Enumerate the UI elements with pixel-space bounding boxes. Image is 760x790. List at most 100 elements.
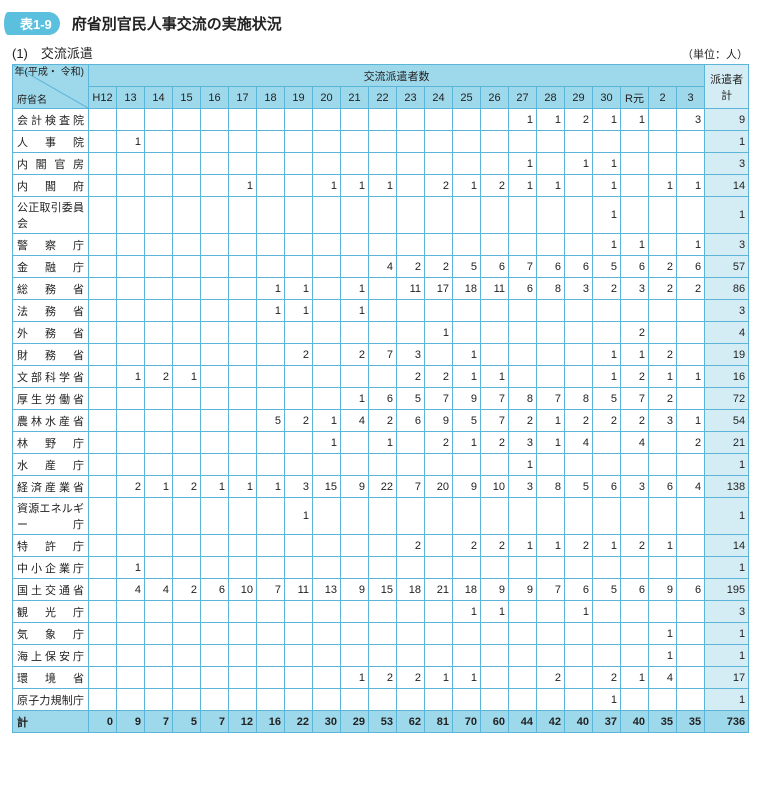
year-header: 21 [341, 87, 369, 109]
table-row: 原子力規制庁11 [13, 689, 749, 711]
cell [677, 535, 705, 557]
cell: 3 [509, 432, 537, 454]
cell: 1 [453, 366, 481, 388]
cell [257, 601, 285, 623]
cell [677, 689, 705, 711]
cell [677, 557, 705, 579]
cell [369, 454, 397, 476]
cell [229, 278, 257, 300]
cell: 1 [481, 366, 509, 388]
cell: 2 [481, 432, 509, 454]
cell [565, 344, 593, 366]
cell: 1 [117, 131, 145, 153]
cell [117, 410, 145, 432]
cell [397, 623, 425, 645]
cell: 1 [537, 109, 565, 131]
cell [145, 432, 173, 454]
cell [145, 388, 173, 410]
cell [397, 601, 425, 623]
agency-name: 気 象 庁 [13, 623, 89, 645]
cell: 7 [481, 388, 509, 410]
cell [369, 601, 397, 623]
cell [397, 234, 425, 256]
cell [89, 197, 117, 234]
row-total: 1 [705, 645, 749, 667]
cell [173, 557, 201, 579]
cell [677, 623, 705, 645]
cell [537, 234, 565, 256]
cell: 7 [369, 344, 397, 366]
cell: 2 [453, 535, 481, 557]
cell: 9 [481, 579, 509, 601]
cell: 1 [509, 535, 537, 557]
cell [173, 645, 201, 667]
table-row: 会計検査院1121139 [13, 109, 749, 131]
cell [229, 322, 257, 344]
cell [649, 454, 677, 476]
cell [313, 601, 341, 623]
cell: 5 [593, 388, 621, 410]
cell [89, 579, 117, 601]
cell [677, 454, 705, 476]
cell [313, 623, 341, 645]
year-header: 15 [173, 87, 201, 109]
cell [89, 667, 117, 689]
cell: 1 [677, 175, 705, 197]
cell: 2 [565, 535, 593, 557]
cell: 1 [537, 175, 565, 197]
cell [677, 131, 705, 153]
cell: 1 [593, 175, 621, 197]
cell: 1 [341, 175, 369, 197]
cell: 1 [509, 109, 537, 131]
cell: 2 [117, 476, 145, 498]
cell [173, 601, 201, 623]
cell [593, 432, 621, 454]
cell [537, 322, 565, 344]
cell: 5 [397, 388, 425, 410]
cell [145, 410, 173, 432]
cell [257, 623, 285, 645]
cell: 1 [649, 175, 677, 197]
cell [201, 131, 229, 153]
cell [509, 322, 537, 344]
year-header: H12 [89, 87, 117, 109]
page-title: 府省別官民人事交流の実施状況 [72, 13, 282, 34]
cell: 15 [369, 579, 397, 601]
agency-name: 資源エネルギー庁 [13, 498, 89, 535]
cell [145, 109, 173, 131]
cell [173, 197, 201, 234]
cell [229, 689, 257, 711]
cell [649, 498, 677, 535]
table-row: 気 象 庁11 [13, 623, 749, 645]
cell: 4 [369, 256, 397, 278]
cell [145, 667, 173, 689]
cell [117, 645, 145, 667]
cell [509, 366, 537, 388]
agency-name: 外 務 省 [13, 322, 89, 344]
cell [173, 432, 201, 454]
cell [257, 645, 285, 667]
cell [593, 645, 621, 667]
total-cell: 40 [565, 711, 593, 733]
cell [285, 322, 313, 344]
cell: 2 [649, 388, 677, 410]
cell [145, 197, 173, 234]
row-total: 14 [705, 535, 749, 557]
cell [257, 175, 285, 197]
cell: 1 [201, 476, 229, 498]
year-header: 24 [425, 87, 453, 109]
cell [201, 557, 229, 579]
cell [285, 256, 313, 278]
cell [201, 153, 229, 175]
year-header: 13 [117, 87, 145, 109]
cell: 1 [285, 300, 313, 322]
table-row: 外 務 省124 [13, 322, 749, 344]
row-total: 1 [705, 623, 749, 645]
cell [341, 498, 369, 535]
cell [341, 601, 369, 623]
agency-name: 農林水産省 [13, 410, 89, 432]
cell [173, 498, 201, 535]
cell: 1 [593, 234, 621, 256]
row-total: 1 [705, 689, 749, 711]
cell: 3 [621, 278, 649, 300]
